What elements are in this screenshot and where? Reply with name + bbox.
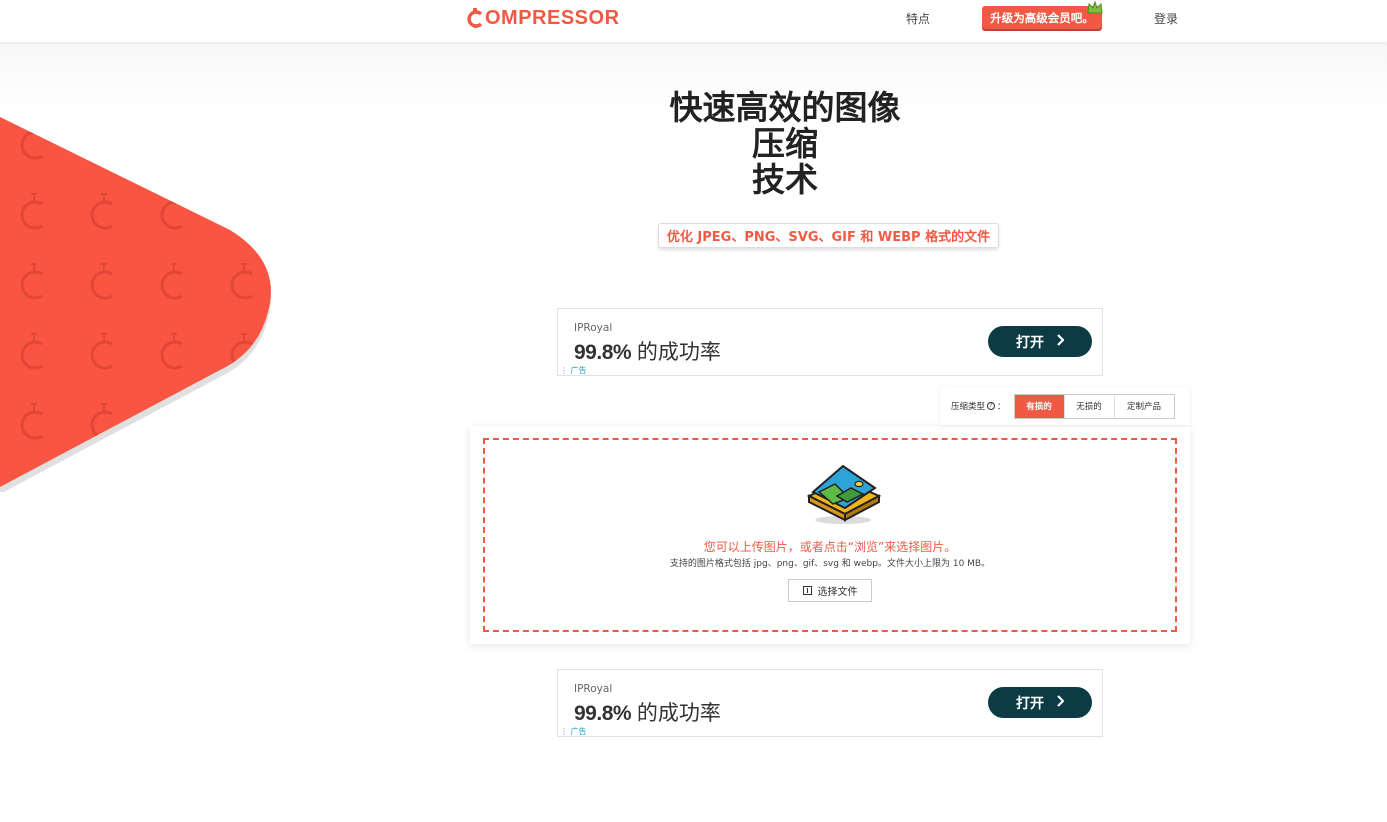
logo-text: OMPRESSOR <box>485 6 620 29</box>
ad-headline-text: 的成功率 <box>631 702 721 725</box>
choose-file-button[interactable]: 选择文件 <box>788 579 872 602</box>
compression-type-label: 压缩类型 ? ： <box>951 400 1006 412</box>
help-icon[interactable]: ? <box>987 402 996 410</box>
upgrade-button[interactable]: 升级为高级会员吧。 <box>982 0 1103 29</box>
logo[interactable]: OMPRESSOR <box>466 5 620 31</box>
ad-label-text: 广告 <box>570 727 587 736</box>
chevron-right-icon <box>1056 333 1065 350</box>
ad-brand: IPRoyal <box>574 683 613 695</box>
ad-headline-number: 99.8% <box>574 341 632 364</box>
supported-formats-badge: 优化 JPEG、PNG、SVG、GIF 和 WEBP 格式的文件 <box>658 223 999 248</box>
advertisement[interactable]: IPRoyal 99.8% 的成功率 ⋮ 广告 打开 <box>557 669 1103 737</box>
tab-custom[interactable]: 定制产品 <box>1114 394 1174 418</box>
upload-card: 您可以上传图片，或者点击“浏览”来选择图片。 支持的图片格式包括 jpg、png… <box>470 426 1190 644</box>
ad-open-button[interactable]: 打开 <box>988 326 1092 357</box>
image-upload-icon <box>803 462 883 526</box>
compression-type-label-suffix: ： <box>997 402 1006 412</box>
nav-login-link[interactable]: 登录 <box>1154 10 1178 27</box>
ad-open-button[interactable]: 打开 <box>988 687 1092 718</box>
compression-type-selector: 压缩类型 ? ： 有损的 无损的 定制产品 <box>940 387 1190 425</box>
hero-title-line: 快速高效的图像 <box>669 88 901 127</box>
decorative-shape <box>0 112 280 494</box>
site-header: OMPRESSOR 特点 升级为高级会员吧。 登录 <box>0 0 1387 42</box>
file-icon <box>802 586 812 595</box>
hero-title-line: 压缩 <box>752 124 818 163</box>
ad-open-label: 打开 <box>1016 334 1044 351</box>
hero-title: 快速高效的图像 压缩 技术 <box>585 90 985 198</box>
chevron-right-icon <box>1056 694 1065 711</box>
compression-type-label-text: 压缩类型 <box>951 402 986 412</box>
ad-headline-text: 的成功率 <box>631 341 721 364</box>
ad-open-label: 打开 <box>1016 695 1044 712</box>
ad-headline: 99.8% 的成功率 <box>574 697 721 727</box>
dropzone-format-note: 支持的图片格式包括 jpg、png、gif、svg 和 webp。文件大小上限为… <box>669 559 991 569</box>
compression-type-tabs: 有损的 无损的 定制产品 <box>1013 393 1175 419</box>
upload-dropzone[interactable]: 您可以上传图片，或者点击“浏览”来选择图片。 支持的图片格式包括 jpg、png… <box>483 438 1177 632</box>
ad-headline: 99.8% 的成功率 <box>574 336 721 366</box>
upgrade-label: 升级为高级会员吧。 <box>990 10 1094 25</box>
ad-label: ⋮ 广告 <box>560 727 587 736</box>
nav-features-link[interactable]: 特点 <box>906 10 930 27</box>
dropzone-instructions: 您可以上传图片，或者点击“浏览”来选择图片。 <box>703 540 957 554</box>
tab-lossy[interactable]: 有损的 <box>1014 394 1065 418</box>
choose-file-label: 选择文件 <box>817 587 858 598</box>
ad-headline-number: 99.8% <box>574 702 632 725</box>
logo-icon <box>466 7 484 29</box>
ad-label: ⋮ 广告 <box>560 366 587 375</box>
ad-brand: IPRoyal <box>574 322 613 334</box>
advertisement[interactable]: IPRoyal 99.8% 的成功率 ⋮ 广告 打开 <box>557 308 1103 376</box>
tab-lossless[interactable]: 无损的 <box>1064 394 1115 418</box>
crown-icon <box>1086 0 1104 16</box>
ad-label-text: 广告 <box>570 366 587 375</box>
hero-title-line: 技术 <box>752 160 818 199</box>
